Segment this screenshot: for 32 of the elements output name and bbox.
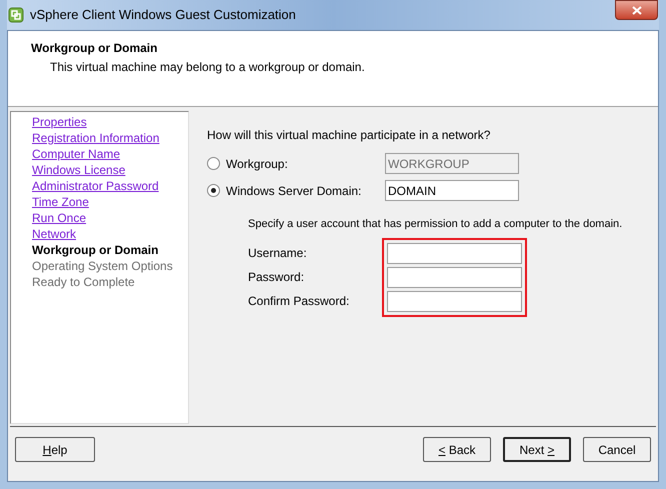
step-item[interactable]: Properties xyxy=(32,114,87,130)
step-item[interactable]: Windows License xyxy=(32,162,126,178)
radio-label[interactable]: Windows Server Domain: xyxy=(226,182,385,200)
field-label: Password: xyxy=(248,268,306,284)
input-field[interactable] xyxy=(387,290,522,312)
wizard-button[interactable]: Cancel xyxy=(583,437,651,462)
radio-button[interactable] xyxy=(207,184,220,197)
input-field[interactable] xyxy=(387,242,522,264)
step-item[interactable]: Network xyxy=(32,226,76,242)
step-item[interactable]: Workgroup or Domain xyxy=(32,242,158,258)
step-item[interactable]: Time Zone xyxy=(32,194,89,210)
step-item: Operating System Options xyxy=(32,258,173,274)
step-item[interactable]: Computer Name xyxy=(32,146,120,162)
question-text: How will this virtual machine participate in a network? xyxy=(207,127,492,144)
window-title: vSphere Client Windows Guest Customization xyxy=(30,6,296,24)
step-item[interactable]: Administrator Password xyxy=(32,178,159,194)
app-logo-icon xyxy=(8,7,24,23)
field-label: Username: xyxy=(248,244,308,260)
wizard-button[interactable]: < Back xyxy=(423,437,491,462)
wizard-button[interactable]: Help xyxy=(15,437,95,462)
account-note: Specify a user account that has permission to add a computer to the domain. xyxy=(248,217,624,232)
step-item: Ready to Complete xyxy=(32,274,135,290)
field-label: Confirm Password: xyxy=(248,292,350,308)
page-heading: Workgroup or Domain xyxy=(31,40,158,57)
close-button[interactable] xyxy=(615,0,658,20)
input-field[interactable] xyxy=(387,266,522,288)
close-icon xyxy=(632,6,642,14)
page-description: This virtual machine may belong to a workgroup or domain. xyxy=(49,59,366,76)
step-item[interactable]: Run Once xyxy=(32,210,86,226)
wizard-button[interactable]: Next > xyxy=(503,437,571,462)
text-field[interactable]: DOMAIN xyxy=(385,180,519,201)
step-item[interactable]: Registration Information xyxy=(32,130,160,146)
